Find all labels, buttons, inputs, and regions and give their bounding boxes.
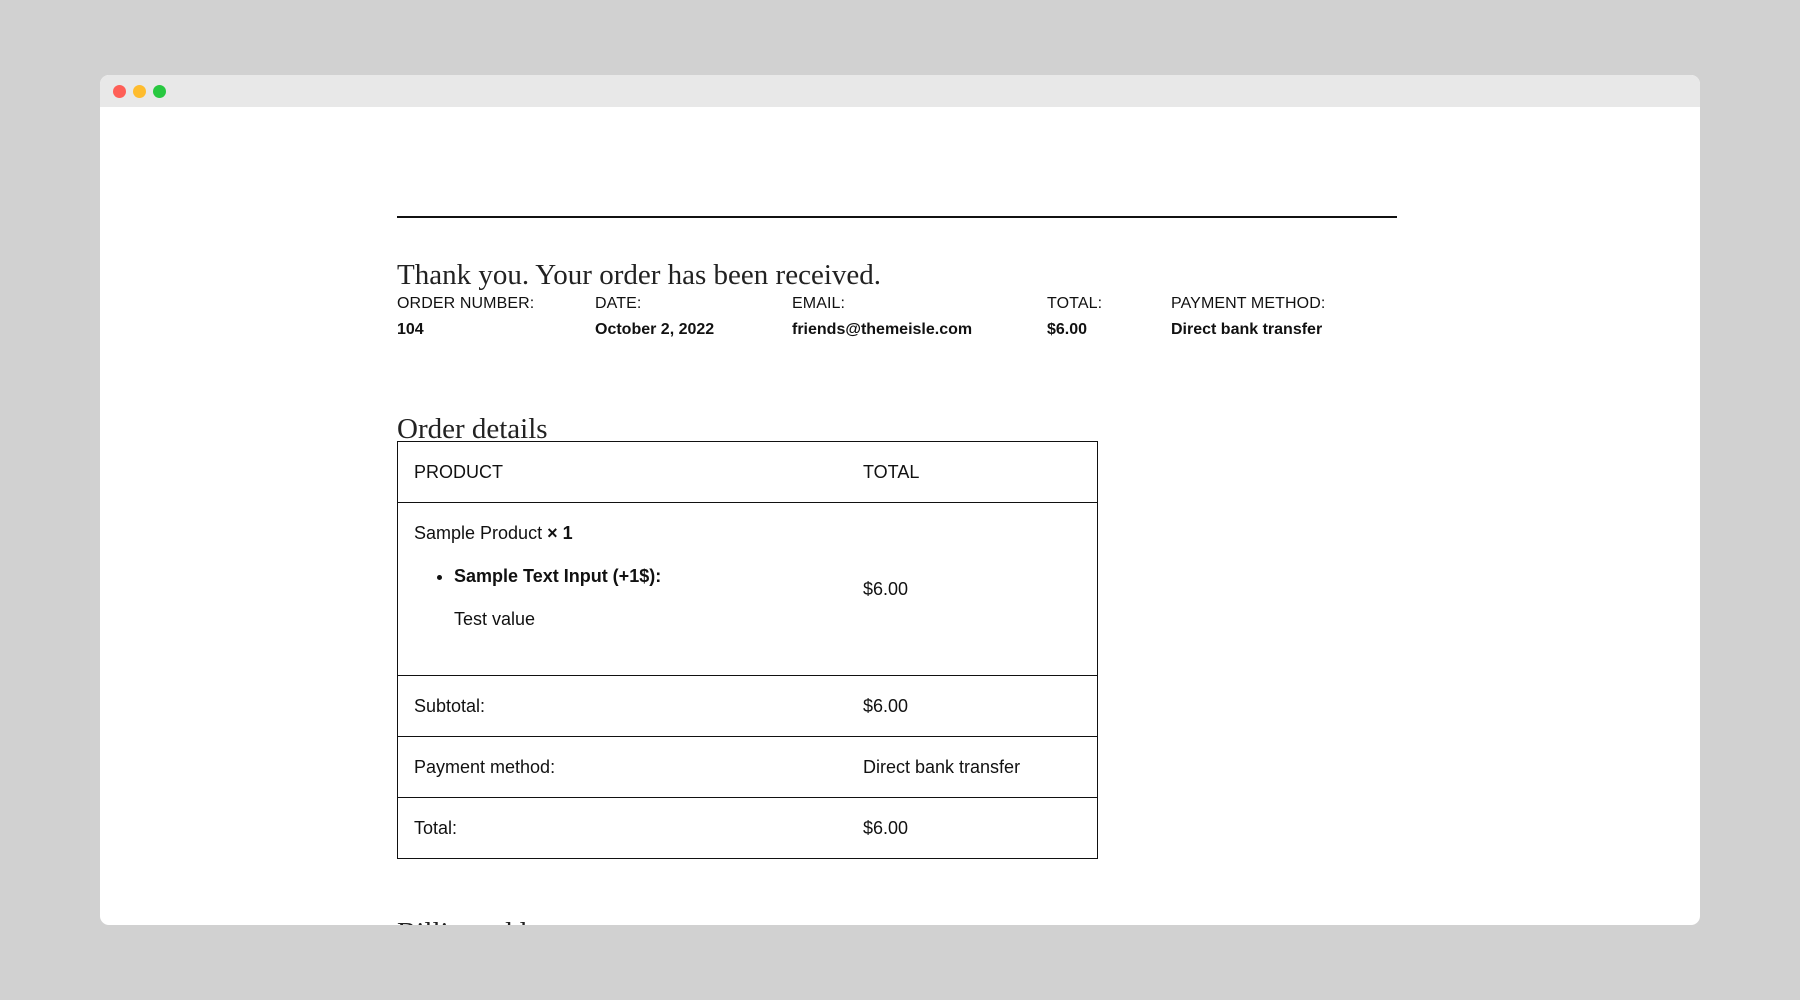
billing-address-title: Billing address xyxy=(397,917,572,925)
email-label: EMAIL: xyxy=(792,295,846,312)
table-row: Payment method: Direct bank transfer xyxy=(397,736,1098,798)
maximize-window-icon[interactable] xyxy=(153,85,166,98)
product-name: Sample Product xyxy=(414,523,543,543)
product-cell: Sample Product × 1 Sample Text Input (+1… xyxy=(397,502,847,676)
product-total-cell: $6.00 xyxy=(847,502,1098,676)
payment-method-row-value: Direct bank transfer xyxy=(847,736,1098,798)
product-meta-list: Sample Text Input (+1$): xyxy=(414,566,831,587)
header-divider xyxy=(397,216,1397,218)
payment-method-row-label: Payment method: xyxy=(397,736,847,798)
product-meta-value: Test value xyxy=(454,609,536,629)
order-received-message: Thank you. Your order has been received. xyxy=(397,259,881,291)
product-quantity: × 1 xyxy=(547,523,573,543)
subtotal-value: $6.00 xyxy=(847,675,1098,737)
order-number-value: 104 xyxy=(397,321,424,338)
email-value: friends@themeisle.com xyxy=(792,321,973,338)
product-meta-key: Sample Text Input (+1$): xyxy=(454,566,662,586)
overview-email: EMAIL: friends@themeisle.com xyxy=(792,295,972,339)
page-content: Thank you. Your order has been received.… xyxy=(100,107,1700,925)
payment-method-value: Direct bank transfer xyxy=(1171,321,1323,338)
overview-order-number: ORDER NUMBER: 104 xyxy=(397,295,534,339)
browser-window: Thank you. Your order has been received.… xyxy=(100,75,1700,925)
total-label: TOTAL: xyxy=(1047,295,1103,312)
product-line: Sample Product × 1 xyxy=(414,523,831,544)
window-titlebar xyxy=(100,75,1700,107)
subtotal-label: Subtotal: xyxy=(397,675,847,737)
minimize-window-icon[interactable] xyxy=(133,85,146,98)
payment-method-label: PAYMENT METHOD: xyxy=(1171,295,1326,312)
list-item: Sample Text Input (+1$): xyxy=(454,566,831,587)
product-column-header: PRODUCT xyxy=(397,441,847,503)
date-value: October 2, 2022 xyxy=(595,321,715,338)
table-row: Sample Product × 1 Sample Text Input (+1… xyxy=(397,502,1098,676)
overview-total: TOTAL: $6.00 xyxy=(1047,295,1102,339)
total-value: $6.00 xyxy=(1047,321,1088,338)
table-row: Subtotal: $6.00 xyxy=(397,675,1098,737)
table-row: Total: $6.00 xyxy=(397,797,1098,859)
order-number-label: ORDER NUMBER: xyxy=(397,295,535,312)
close-window-icon[interactable] xyxy=(113,85,126,98)
order-details-table: PRODUCT TOTAL Sample Product × 1 Sample … xyxy=(397,441,1098,859)
overview-payment-method: PAYMENT METHOD: Direct bank transfer xyxy=(1171,295,1325,339)
grand-total-label: Total: xyxy=(397,797,847,859)
table-header-row: PRODUCT TOTAL xyxy=(397,441,1098,503)
grand-total-value: $6.00 xyxy=(847,797,1098,859)
total-column-header: TOTAL xyxy=(847,441,1098,503)
overview-date: DATE: October 2, 2022 xyxy=(595,295,714,339)
date-label: DATE: xyxy=(595,295,642,312)
